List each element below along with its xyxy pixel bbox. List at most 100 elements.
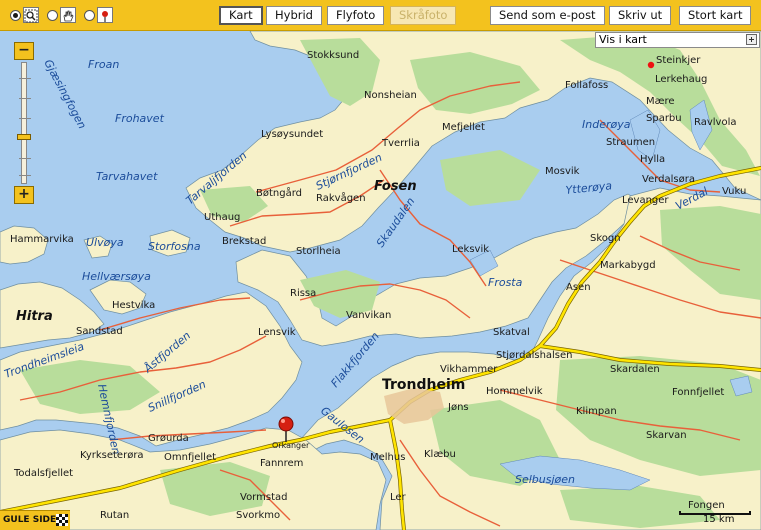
place-label: Hestvika (112, 300, 155, 311)
place-label: Asen (566, 282, 591, 293)
place-label: Leksvik (452, 244, 489, 255)
place-label: Vuku (722, 186, 746, 197)
zoom-tick (19, 118, 31, 119)
place-label: Straumen (606, 137, 655, 148)
zoom-select-radio[interactable] (10, 9, 21, 21)
place-label: Vikhammer (440, 364, 498, 375)
place-label: Mosvik (545, 166, 580, 177)
place-label: Stjørdalshalsen (496, 350, 573, 361)
logo-text: GULE SIDER (3, 515, 64, 525)
place-label: Todalsfjellet (13, 468, 73, 479)
place-label-major: Trondheim (382, 377, 465, 393)
place-label: Mefjellet (442, 122, 485, 133)
place-label-major: Fosen (374, 179, 417, 194)
water-label: Gjæsingfogen (41, 57, 88, 131)
place-label: Brekstad (222, 236, 266, 247)
place-label: Stokksund (307, 50, 359, 61)
water-label: Froan (88, 58, 119, 71)
place-marker-radio[interactable] (84, 9, 95, 21)
kart-button[interactable]: Kart (219, 6, 263, 25)
water-label: Ytterøya (565, 179, 613, 197)
place-label-major: Hitra (16, 309, 53, 324)
zoom-tick (19, 158, 31, 159)
zoom-out-button[interactable]: − (14, 42, 34, 60)
place-label: Tverrlia (381, 138, 420, 149)
gule-sider-logo[interactable]: GULE SIDER (0, 510, 70, 530)
place-label: Skardalen (610, 364, 660, 375)
place-label: Mære (646, 96, 675, 107)
place-label: Rissa (290, 288, 316, 299)
print-button[interactable]: Skriv ut (609, 6, 672, 25)
place-label: Skatval (493, 327, 530, 338)
place-label: Sparbu (646, 113, 682, 124)
water-label: Frohavet (115, 112, 165, 125)
steinkjer-dot (647, 61, 655, 69)
scale-label: 15 km (703, 514, 735, 525)
large-map-button[interactable]: Stort kart (679, 6, 752, 25)
place-label: Steinkjer (656, 55, 701, 66)
pan-hand-radio[interactable] (47, 9, 58, 21)
place-label: Skogn (590, 233, 621, 244)
place-label: Hammarvika (10, 234, 74, 245)
place-label: Uthaug (204, 212, 240, 223)
expand-plus-icon[interactable] (746, 34, 757, 45)
place-label: Follafoss (565, 80, 608, 91)
vis-i-kart-label: Vis i kart (599, 33, 647, 46)
place-label: Nonsheian (364, 90, 417, 101)
place-label: Grøurda (148, 433, 189, 444)
place-label: Bøtngård (256, 186, 302, 199)
place-label: Storlheia (296, 246, 341, 257)
map-toolbar: Kart Hybrid Flyfoto Skråfoto Send som e-… (0, 0, 761, 31)
place-label: Skarvan (646, 430, 687, 441)
place-label: Kyrkseterøra (80, 450, 144, 461)
hybrid-button[interactable]: Hybrid (266, 6, 322, 25)
place-label: Ler (390, 492, 407, 503)
place-label: Fonnfjellet (672, 387, 724, 398)
skrafoto-button: Skråfoto (390, 6, 457, 25)
zoom-slider-track[interactable] (19, 62, 31, 184)
place-label: Lensvik (258, 327, 296, 338)
map-layer[interactable]: FroanFrohavetGjæsingfogenTarvahavet Tarva… (0, 0, 761, 530)
place-label: Jøns (447, 402, 469, 413)
place-label: Levanger (622, 195, 669, 206)
place-label: Fannrem (260, 458, 303, 469)
place-label: Markabygd (600, 260, 656, 271)
place-label: Rakvågen (316, 191, 366, 204)
water-label: Tarvahavet (96, 170, 158, 183)
water-label: Hellværsøya (82, 270, 151, 283)
place-label: Vanvikan (346, 310, 391, 321)
place-label: Ravlvola (694, 117, 737, 128)
place-label: Lysøysundet (261, 129, 323, 140)
place-label: Klimpan (576, 406, 617, 417)
water-label: Inderøya (582, 118, 631, 131)
map-canvas[interactable]: Froan Frohavet Gjæsingfogen Tarvahavet Tarva… (0, 0, 761, 530)
zoom-control: − + (14, 42, 34, 204)
tool-mode-group (10, 5, 113, 25)
water-label: Ulvøya (86, 236, 124, 249)
place-label: Omnfjellet (164, 452, 216, 463)
vis-i-kart-panel[interactable]: Vis i kart (595, 32, 760, 48)
place-label: Orkanger (272, 441, 310, 450)
zoom-tick (19, 98, 31, 99)
zoom-slider-handle[interactable] (17, 133, 31, 140)
place-marker-icon[interactable] (97, 7, 113, 23)
water-label: Storfosna (148, 240, 201, 253)
place-label: Lerkehaug (655, 74, 707, 85)
map-scale: 15 km (679, 505, 753, 525)
place-label: Verdalsøra (642, 174, 695, 185)
place-label: Svorkmo (236, 510, 280, 521)
email-button[interactable]: Send som e-post (490, 6, 605, 25)
zoom-select-icon[interactable] (23, 7, 39, 23)
flyfoto-button[interactable]: Flyfoto (327, 6, 385, 25)
water-label: Frosta (488, 276, 523, 289)
pan-hand-icon[interactable] (60, 7, 76, 23)
place-label: Rutan (100, 510, 129, 521)
zoom-tick (19, 175, 31, 176)
place-label: Hommelvik (486, 386, 543, 397)
water-label: Selbusjøen (515, 473, 575, 486)
place-label: Sandstad (76, 326, 123, 337)
place-label: Vormstad (240, 492, 287, 503)
zoom-in-button[interactable]: + (14, 186, 34, 204)
place-label: Melhus (370, 452, 405, 463)
checkered-flag-icon (56, 514, 68, 526)
